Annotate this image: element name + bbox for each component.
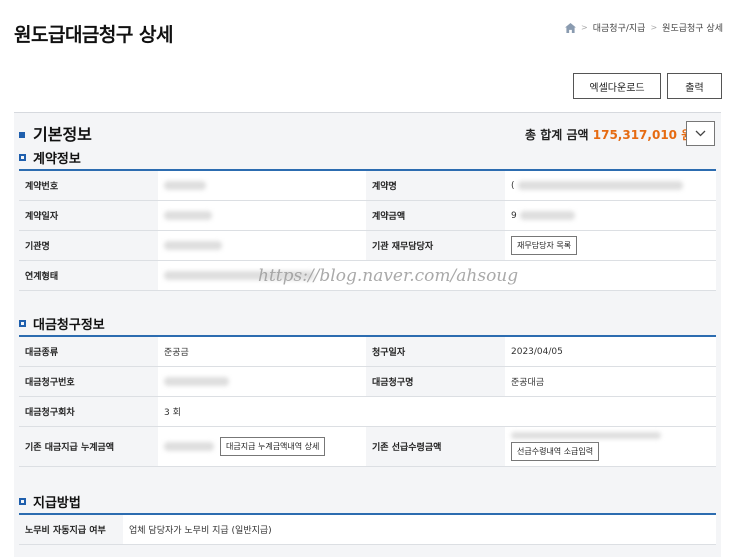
- table-row: 노무비 자동지급 여부 업체 담당자가 노무비 지급 (일반지급): [19, 515, 716, 545]
- cumulative-payment-detail-button[interactable]: 대금지급 누계금액내역 상세: [220, 437, 326, 456]
- labor-auto-pay-label: 노무비 자동지급 여부: [19, 515, 123, 544]
- claim-no-value: [158, 367, 366, 396]
- chevron-down-icon: [695, 130, 706, 137]
- contract-info-heading: 계약정보: [19, 148, 81, 167]
- finance-manager-value: 재무담당자 목록: [505, 231, 716, 260]
- breadcrumb-item-payment[interactable]: 대금청구/지급: [593, 21, 646, 34]
- claim-kind-value: 준공금: [158, 337, 366, 366]
- table-row: 기존 대금지급 누계금액 대금지급 누계금액내역 상세 기존 선급수령금액 선급…: [19, 427, 716, 467]
- contract-name-prefix: (: [511, 180, 515, 191]
- payment-method-table: 노무비 자동지급 여부 업체 담당자가 노무비 지급 (일반지급): [19, 513, 716, 545]
- breadcrumb-separator-icon: >: [650, 23, 658, 32]
- excel-download-button[interactable]: 엑셀다운로드: [573, 73, 661, 99]
- contract-amount-prefix: 9: [511, 210, 517, 221]
- basic-info-heading: 기본정보: [19, 121, 92, 145]
- claim-date-label: 청구일자: [366, 337, 505, 366]
- contract-date-label: 계약일자: [19, 201, 158, 230]
- contract-date-value: [158, 201, 366, 230]
- claim-info-title: 대금청구정보: [33, 318, 105, 333]
- claim-date-value: 2023/04/05: [505, 337, 716, 366]
- link-type-label: 연계형태: [19, 261, 158, 290]
- org-name-value: [158, 231, 366, 260]
- claim-name-value: 준공대금: [505, 367, 716, 396]
- contract-no-value: [158, 171, 366, 200]
- claim-no-label: 대금청구번호: [19, 367, 158, 396]
- contract-amount-value: 9: [505, 201, 716, 230]
- table-row: 대금청구회차 3 회: [19, 397, 716, 427]
- cumulative-payment-value: 대금지급 누계금액내역 상세: [158, 427, 366, 466]
- page-title: 원도급대금청구 상세: [14, 24, 173, 46]
- breadcrumb-item-current: 원도급청구 상세: [662, 24, 723, 34]
- table-row: 연계형태: [19, 261, 716, 291]
- breadcrumb-separator-icon: >: [581, 23, 588, 32]
- table-row: 계약번호 계약명 (: [19, 171, 716, 201]
- cumulative-payment-label: 기존 대금지급 누계금액: [19, 427, 158, 466]
- payment-method-title: 지급방법: [33, 496, 81, 511]
- contract-info-title: 계약정보: [33, 152, 81, 167]
- total-amount: 총 합계 금액 175,317,010 원: [525, 126, 692, 143]
- section-bullet-icon: [19, 132, 25, 138]
- home-icon[interactable]: [565, 22, 577, 33]
- advance-received-value: 선급수령내역 소급입력: [505, 427, 716, 466]
- claim-info-table: 대금종류 준공금 청구일자 2023/04/05 대금청구번호 대금청구명 준공…: [19, 335, 716, 467]
- section-bullet-icon: [19, 498, 26, 505]
- contract-name-label: 계약명: [366, 171, 505, 200]
- basic-info-title: 기본정보: [33, 125, 92, 144]
- claim-name-label: 대금청구명: [366, 367, 505, 396]
- contract-no-label: 계약번호: [19, 171, 158, 200]
- table-row: 대금청구번호 대금청구명 준공대금: [19, 367, 716, 397]
- section-bullet-icon: [19, 320, 26, 327]
- table-row: 기관명 기관 재무담당자 재무담당자 목록: [19, 231, 716, 261]
- contract-amount-label: 계약금액: [366, 201, 505, 230]
- advance-received-label: 기존 선급수령금액: [366, 427, 505, 466]
- claim-count-value: 3 회: [158, 397, 716, 426]
- table-row: 계약일자 계약금액 9: [19, 201, 716, 231]
- contract-info-table: 계약번호 계약명 ( 계약일자 계약금액 9 기관명 기관 재무담당자 재무담당…: [19, 169, 716, 291]
- finance-manager-list-button[interactable]: 재무담당자 목록: [511, 236, 578, 255]
- advance-retro-input-button[interactable]: 선급수령내역 소급입력: [511, 442, 600, 461]
- section-bullet-icon: [19, 154, 26, 161]
- print-button[interactable]: 출력: [667, 73, 722, 99]
- labor-auto-pay-value: 업체 담당자가 노무비 지급 (일반지급): [123, 515, 716, 544]
- payment-method-heading: 지급방법: [19, 492, 81, 511]
- org-name-label: 기관명: [19, 231, 158, 260]
- total-amount-value: 175,317,010 원: [592, 128, 693, 142]
- claim-count-label: 대금청구회차: [19, 397, 158, 426]
- finance-manager-label: 기관 재무담당자: [366, 231, 505, 260]
- claim-kind-label: 대금종류: [19, 337, 158, 366]
- total-amount-label: 총 합계 금액: [525, 128, 589, 142]
- breadcrumb: > 대금청구/지급 > 원도급청구 상세: [565, 21, 723, 34]
- collapse-toggle-button[interactable]: [686, 121, 715, 146]
- table-row: 대금종류 준공금 청구일자 2023/04/05: [19, 337, 716, 367]
- link-type-value: [158, 261, 716, 290]
- contract-name-value: (: [505, 171, 716, 200]
- claim-info-heading: 대금청구정보: [19, 314, 105, 333]
